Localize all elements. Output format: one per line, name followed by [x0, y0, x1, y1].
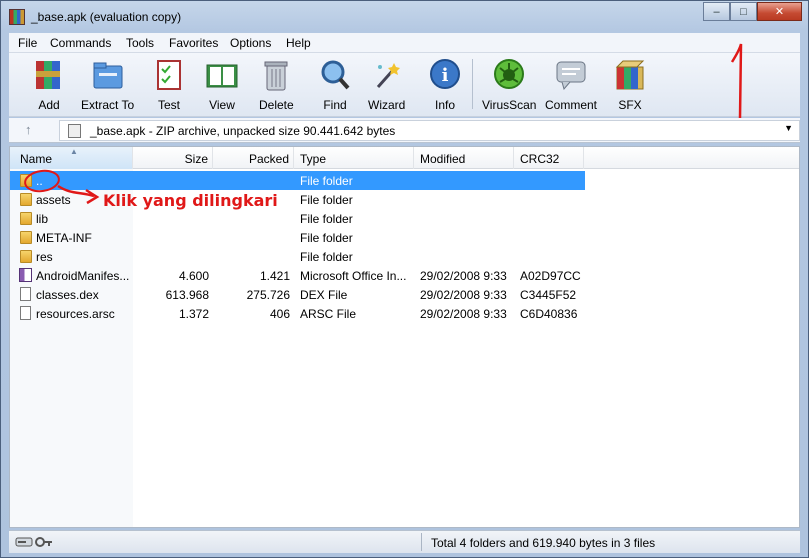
annotation-maximize-marker [730, 43, 743, 119]
annotation-circle [24, 169, 60, 193]
annotation-overlay [24, 43, 743, 205]
